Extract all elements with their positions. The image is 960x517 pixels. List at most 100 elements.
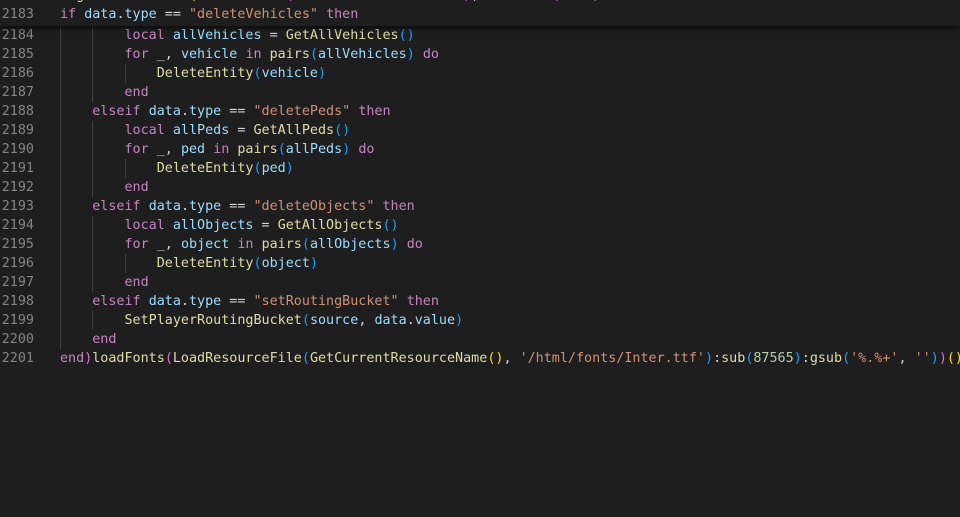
code-line[interactable]: 2195 for _, object in pairs(allObjects) … (0, 235, 960, 254)
line-code: end (60, 83, 149, 102)
code-token: pairs (269, 47, 310, 62)
code-token: end (124, 85, 149, 100)
line-number: 2188 (1, 104, 34, 119)
code-token: SetPlayerRoutingBucket (124, 313, 302, 328)
line-number: 2194 (1, 218, 34, 233)
code-token: "deleteVehicles" (189, 7, 318, 22)
code-line[interactable]: 2199 SetPlayerRoutingBucket(source, data… (0, 311, 960, 330)
code-token: . (180, 199, 189, 214)
code-token: ( (301, 237, 310, 252)
line-number: 2185 (1, 47, 34, 62)
code-token: ) (705, 351, 714, 366)
code-token: = (261, 28, 286, 43)
code-token: DeleteEntity (156, 66, 254, 81)
code-token: vehicle (180, 47, 238, 62)
sticky-code: RegisterNetEvent(encodeEvent('AntiCheat:… (60, 0, 600, 3)
line-number: 2201 (1, 351, 34, 366)
code-token: elseif (92, 294, 141, 309)
code-token: data (84, 7, 117, 22)
code-editor[interactable]: 2178 RegisterNetEvent(encodeEvent('AntiC… (0, 0, 960, 517)
code-token: ) (793, 351, 802, 366)
code-token: ( (253, 161, 262, 176)
line-number: 2184 (1, 28, 34, 43)
code-token: value (414, 313, 456, 328)
code-token: gsub (809, 351, 843, 366)
code-token: for (124, 47, 149, 62)
code-token: == (156, 7, 189, 22)
code-token: sub (721, 351, 746, 366)
line-code: elseif data.type == "deletePeds" then (60, 102, 390, 121)
code-token: type (124, 7, 157, 22)
sticky-scroll-line-inner[interactable]: 2183 if data.type == "deleteVehicles" th… (0, 7, 960, 26)
code-token: == (221, 199, 254, 214)
line-number: 2191 (1, 161, 34, 176)
code-token: for (124, 237, 149, 252)
line-code: DeleteEntity(ped) (60, 159, 294, 178)
code-line[interactable]: 2186 DeleteEntity(vehicle) (0, 64, 960, 83)
code-token: type (189, 294, 222, 309)
code-token: allObjects (172, 218, 254, 233)
code-line[interactable]: 2187 end (0, 83, 960, 102)
line-code: local allObjects = GetAllObjects() (60, 216, 399, 235)
line-code: for _, ped in pairs(allPeds) do (60, 140, 375, 159)
code-line[interactable]: 2191 DeleteEntity(ped) (0, 159, 960, 178)
code-token: then (406, 294, 439, 309)
line-number: 2192 (1, 180, 34, 195)
code-token: "deletePeds" (253, 104, 351, 119)
code-token: , (898, 351, 915, 366)
code-line[interactable]: 2189 local allPeds = GetAllPeds() (0, 121, 960, 140)
code-token: in (237, 237, 254, 252)
code-token: . (406, 313, 415, 328)
line-code: SetPlayerRoutingBucket(source, data.valu… (60, 311, 464, 330)
sticky-scroll-line-outer[interactable]: 2178 RegisterNetEvent(encodeEvent('AntiC… (0, 0, 960, 7)
line-code: for _, vehicle in pairs(allVehicles) do (60, 45, 439, 64)
code-token: , (503, 351, 520, 366)
code-line[interactable]: 2200 end (0, 330, 960, 349)
code-line[interactable]: 2190 for _, ped in pairs(allPeds) do (0, 140, 960, 159)
code-line[interactable]: 2196 DeleteEntity(object) (0, 254, 960, 273)
line-number: 2200 (1, 332, 34, 347)
code-token: ped (261, 161, 286, 176)
code-token: ( (309, 47, 318, 62)
code-line[interactable]: 2198 elseif data.type == "setRoutingBuck… (0, 292, 960, 311)
code-token: in (245, 47, 262, 62)
code-token: object (261, 256, 310, 271)
code-line[interactable]: 2197 end (0, 273, 960, 292)
code-line[interactable]: 2194 local allObjects = GetAllObjects() (0, 216, 960, 235)
code-token: local (124, 28, 165, 43)
code-line[interactable]: 2185 for _, vehicle in pairs(allVehicles… (0, 45, 960, 64)
line-number: 2186 (1, 66, 34, 81)
code-token: GetAllVehicles (285, 28, 399, 43)
code-token: elseif (92, 104, 141, 119)
code-token: = (253, 218, 278, 233)
line-code: for _, object in pairs(allObjects) do (60, 235, 423, 254)
line-number: 2199 (1, 313, 34, 328)
code-line[interactable]: 2184 local allVehicles = GetAllVehicles(… (0, 26, 960, 45)
code-line[interactable]: 2193 elseif data.type == "deleteObjects"… (0, 197, 960, 216)
code-line[interactable]: 2192 end (0, 178, 960, 197)
code-token: : (801, 351, 810, 366)
code-token: ( (301, 351, 310, 366)
code-token: ) (318, 66, 327, 81)
code-token: vehicle (261, 66, 318, 81)
code-line[interactable]: 2201 end)loadFonts(LoadResourceFile(GetCu… (0, 349, 960, 368)
code-line[interactable]: 2188 elseif data.type == "deletePeds" th… (0, 102, 960, 121)
code-token: for (124, 142, 149, 157)
code-token: "setRoutingBucket" (253, 294, 399, 309)
